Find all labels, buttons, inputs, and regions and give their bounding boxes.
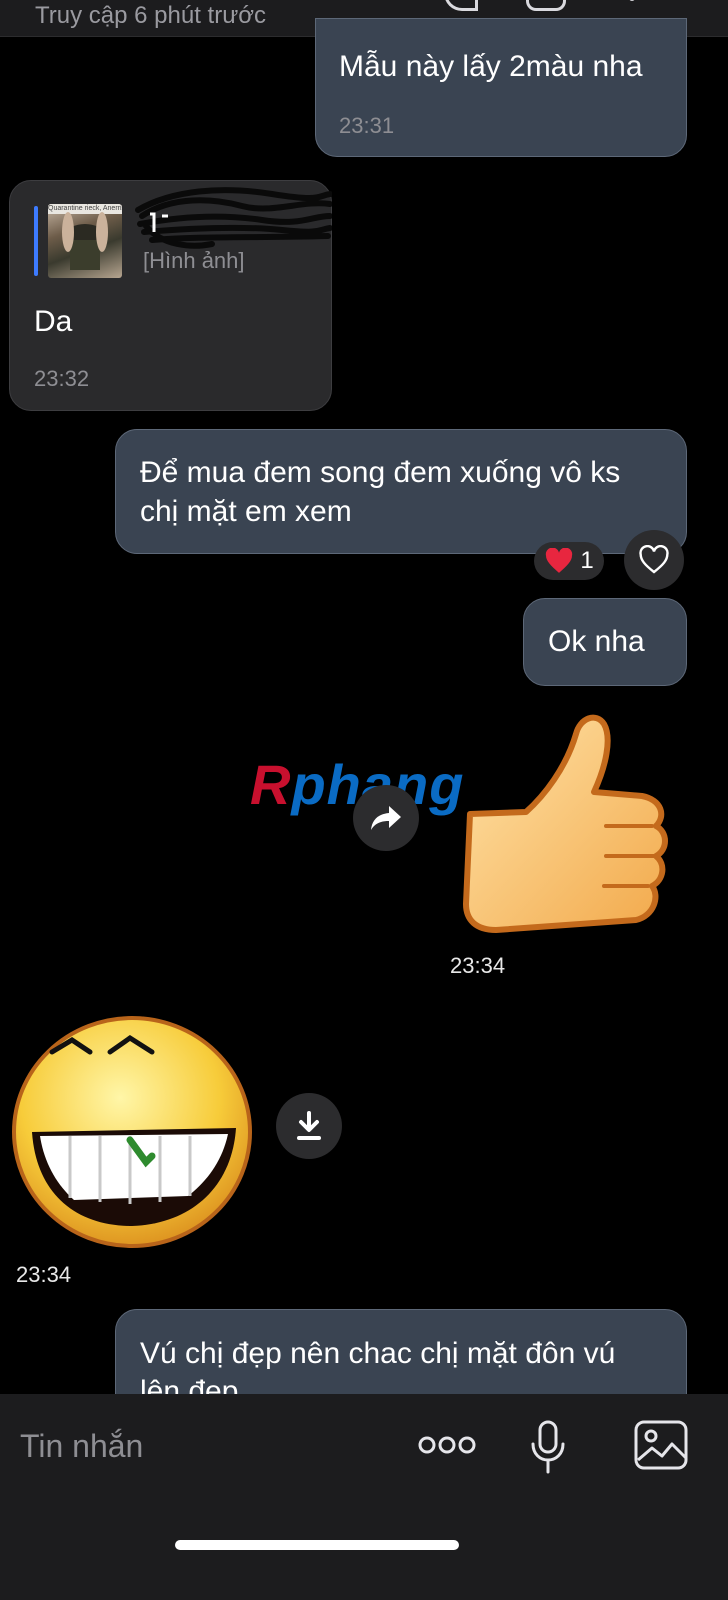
heart-reaction-icon	[546, 548, 573, 573]
share-button[interactable]	[353, 785, 419, 851]
message-time: 23:34	[16, 1262, 72, 1287]
reply-image-thumbnail[interactable]: Quarantine rieck, Anerrissan	[48, 204, 122, 278]
message-time: 23:34	[450, 953, 506, 978]
menu-icon[interactable]	[628, 0, 672, 6]
reply-accent-bar	[34, 206, 38, 276]
message-input[interactable]: Tin nhắn	[20, 1428, 143, 1465]
home-indicator[interactable]	[175, 1540, 459, 1550]
message-text-line: Vú chị đẹp nên chac chị mặt đôn vú	[140, 1337, 616, 1370]
composer-bar	[0, 1394, 728, 1600]
message-text: Da	[34, 305, 73, 338]
reply-type-label: [Hình ảnh]	[143, 248, 245, 273]
redacted-name-scribble	[135, 187, 332, 249]
image-icon[interactable]	[634, 1420, 688, 1470]
download-icon	[297, 1111, 321, 1140]
message-text-line: chị mặt em xem	[140, 495, 352, 528]
message-time: 23:31	[339, 113, 395, 138]
video-icon[interactable]	[526, 0, 566, 11]
download-button[interactable]	[276, 1093, 342, 1159]
message-text: Ok nha	[548, 625, 645, 658]
microphone-icon[interactable]	[530, 1420, 566, 1474]
grin-sticker[interactable]	[10, 1012, 256, 1252]
reaction-summary[interactable]: 1	[534, 542, 604, 580]
reaction-count: 1	[580, 547, 594, 574]
share-icon	[371, 806, 401, 830]
last-seen-status: Truy cập 6 phút trước	[35, 2, 266, 29]
heart-icon	[639, 545, 669, 574]
more-icon[interactable]	[418, 1434, 476, 1456]
thumbs-up-sticker[interactable]	[456, 708, 672, 940]
react-heart-button[interactable]	[624, 530, 684, 590]
message-text: Mẫu này lấy 2màu nha	[339, 50, 643, 83]
message-time: 23:32	[34, 366, 90, 391]
message-text-line: Để mua đem song đem xuống vô ks	[140, 456, 621, 489]
